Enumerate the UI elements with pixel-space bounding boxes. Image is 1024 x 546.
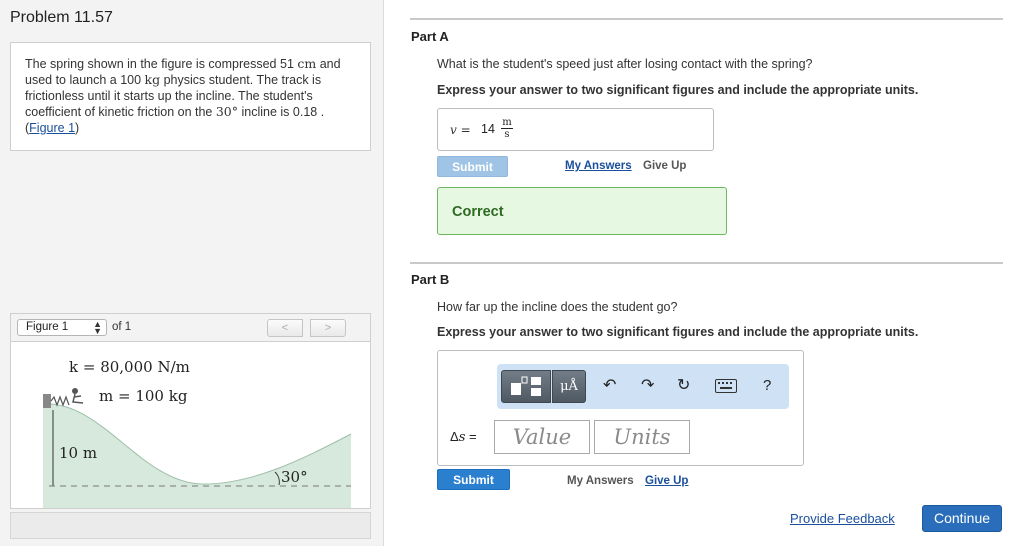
unit-cm: cm	[297, 56, 317, 71]
delta-symbol: Δ	[450, 429, 459, 444]
part-b-answer-box: μÅ ↶ ↷ ↻ ? Δs = Value Units	[437, 350, 804, 466]
answer-unit: m s	[501, 117, 513, 140]
part-a-give-up: Give Up	[643, 160, 687, 172]
undo-icon[interactable]: ↶	[603, 377, 616, 395]
problem-title: Problem 11.57	[10, 9, 113, 26]
provide-feedback-link[interactable]: Provide Feedback	[790, 511, 895, 526]
part-a-answer-box: v = 14 m s	[437, 108, 714, 151]
answer-value: 14	[481, 122, 495, 136]
figure-diagram: k = 80,000 N/m m = 100 kg 10 m 30°	[42, 358, 352, 508]
templates-icon	[511, 376, 541, 396]
figure-area: k = 80,000 N/m m = 100 kg 10 m 30°	[10, 341, 371, 509]
answer-variable-symbol: v	[450, 123, 457, 137]
part-b-divider	[410, 262, 1003, 264]
height-label: 10 m	[59, 444, 97, 462]
figure-select[interactable]: Figure 1 ▲ ▼	[17, 319, 107, 336]
figure-navigation-bar: Figure 1 ▲ ▼ of 1 < >	[10, 313, 371, 341]
part-a-my-answers-link[interactable]: My Answers	[565, 160, 632, 172]
templates-button[interactable]	[501, 370, 551, 403]
value-input[interactable]: Value	[494, 420, 590, 454]
problem-statement: The spring shown in the figure is compre…	[10, 42, 371, 151]
units-icon: μÅ	[560, 379, 578, 394]
prev-figure-button[interactable]: <	[267, 319, 303, 337]
next-figure-button[interactable]: >	[310, 319, 346, 337]
part-a-submit-button[interactable]: Submit	[437, 156, 508, 177]
reset-icon[interactable]: ↻	[677, 377, 690, 395]
mass-label: m = 100 kg	[99, 387, 188, 405]
unit-kg: kg	[144, 72, 161, 87]
student-head	[72, 388, 78, 394]
part-b-give-up-link[interactable]: Give Up	[645, 475, 688, 487]
math-toolbar: μÅ ↶ ↷ ↻ ?	[497, 364, 789, 409]
figure-link-close: )	[75, 121, 80, 135]
spring-constant-label: k = 80,000 N/m	[69, 358, 190, 376]
figure-select-value: Figure 1	[26, 321, 69, 333]
angle-value: 30°	[215, 104, 239, 119]
unit-numerator: m	[501, 117, 513, 129]
answer-equals: =	[456, 123, 471, 137]
figure-link[interactable]: Figure 1	[29, 121, 75, 135]
chevron-left-icon: <	[281, 322, 289, 334]
continue-button[interactable]: Continue	[922, 505, 1002, 532]
student-icon	[72, 393, 84, 404]
figure-footer	[10, 512, 371, 539]
correct-text: Correct	[452, 204, 504, 220]
answer-variable: v =	[450, 123, 471, 137]
help-icon[interactable]: ?	[763, 377, 771, 394]
select-arrows-icon: ▲ ▼	[93, 319, 102, 336]
part-b-question: How far up the incline does the student …	[437, 300, 678, 314]
units-input[interactable]: Units	[594, 420, 690, 454]
part-b-title: Part B	[411, 272, 450, 287]
answer-label-delta-s: Δs =	[450, 429, 477, 445]
part-a-instruction: Express your answer to two significant f…	[437, 83, 919, 97]
problem-panel: Problem 11.57 The spring shown in the fi…	[0, 0, 384, 546]
chevron-right-icon: >	[324, 322, 332, 334]
spring-wall	[43, 394, 51, 408]
statement-text-1: The spring shown in the figure is compre…	[25, 57, 298, 71]
part-b-instruction: Express your answer to two significant f…	[437, 325, 919, 339]
part-b-my-answers: My Answers	[567, 475, 634, 487]
label-equals: =	[465, 429, 477, 444]
unit-denominator: s	[504, 129, 510, 140]
units-button[interactable]: μÅ	[552, 370, 586, 403]
correct-feedback-box: Correct	[437, 187, 727, 235]
angle-label: 30°	[281, 468, 308, 486]
part-a-question: What is the student's speed just after l…	[437, 57, 813, 71]
part-a-title: Part A	[411, 29, 449, 44]
figure-count: of 1	[112, 321, 132, 333]
part-a-divider	[410, 18, 1003, 20]
redo-icon[interactable]: ↷	[641, 377, 654, 395]
keyboard-icon[interactable]	[715, 379, 737, 398]
part-b-submit-button[interactable]: Submit	[437, 469, 510, 490]
statement-text-4: incline is 0.18 .	[238, 105, 325, 119]
